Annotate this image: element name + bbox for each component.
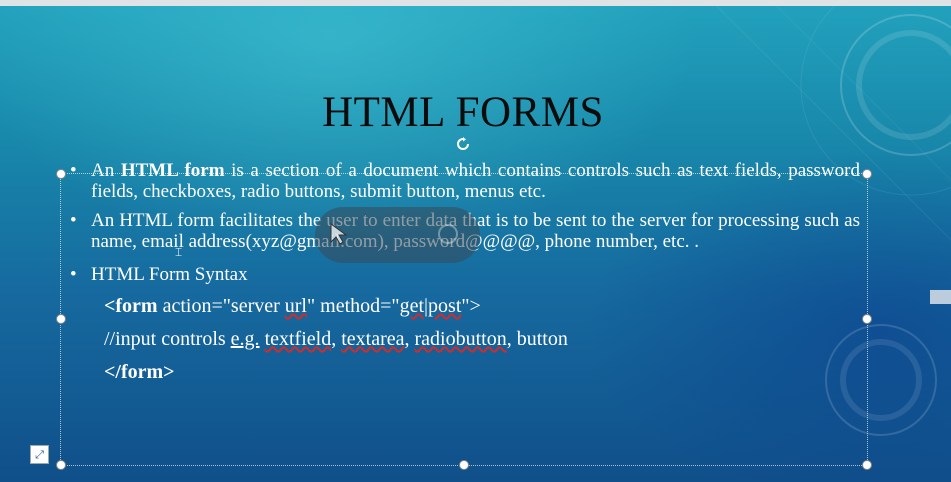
bullet-marker: •	[70, 160, 77, 181]
code-line-comment: //input controls e.g. textfield, textare…	[70, 327, 860, 351]
layout-options-icon[interactable]: ⤢	[30, 445, 49, 464]
spellcheck-word: radiobutton	[414, 328, 507, 350]
code-text: //input controls	[104, 328, 231, 350]
pen-tool-icon[interactable]	[438, 224, 458, 244]
code-text: ,	[404, 328, 415, 350]
code-text: " method="	[306, 295, 400, 317]
bullet-bold-term: HTML form	[120, 160, 225, 181]
code-text: , button	[506, 328, 568, 350]
resize-handle-bottom-middle[interactable]	[459, 460, 469, 470]
resize-handle-middle-right[interactable]	[862, 314, 872, 324]
code-text: ">	[461, 295, 481, 317]
code-text: ,	[331, 328, 342, 350]
bullet-marker: •	[70, 210, 77, 231]
spellcheck-word: url	[284, 295, 307, 317]
code-form-tag: <form	[104, 295, 158, 317]
text-cursor-icon: ⌶	[175, 245, 183, 259]
code-line-form-open: <form action="server url" method="get|po…	[70, 294, 860, 318]
slide-title[interactable]: HTML FORMS	[0, 88, 926, 137]
bullet-marker: •	[70, 264, 77, 285]
code-line-form-close: </form>	[70, 360, 860, 384]
resize-handle-middle-left[interactable]	[56, 314, 66, 324]
spellcheck-word: textarea	[341, 328, 405, 350]
spellcheck-word: get|post	[399, 295, 462, 317]
resize-handle-bottom-left[interactable]	[56, 460, 66, 470]
code-text: action="server	[157, 295, 285, 317]
code-form-close-tag: </form>	[104, 361, 175, 383]
rotate-icon[interactable]	[456, 137, 470, 151]
pointer-icon[interactable]	[328, 222, 352, 246]
spellcheck-word: textfield	[264, 328, 332, 350]
bullet-item: • HTML Form Syntax	[70, 264, 860, 285]
slide-canvas[interactable]: HTML FORMS • An HTML form is a section o…	[0, 0, 951, 482]
content-text-box[interactable]: • An HTML form is a section of a documen…	[70, 160, 860, 384]
bullet-item: • An HTML form is a section of a documen…	[70, 160, 860, 202]
bullet-text-prefix: An	[91, 160, 121, 181]
bullet-text: HTML Form Syntax	[91, 264, 248, 285]
resize-handle-bottom-right[interactable]	[862, 460, 872, 470]
resize-handle-top-left[interactable]	[56, 169, 66, 179]
resize-handle-top-right[interactable]	[862, 169, 872, 179]
scroll-edge-marker	[930, 290, 951, 304]
code-underlined-word: e.g.	[230, 328, 260, 350]
